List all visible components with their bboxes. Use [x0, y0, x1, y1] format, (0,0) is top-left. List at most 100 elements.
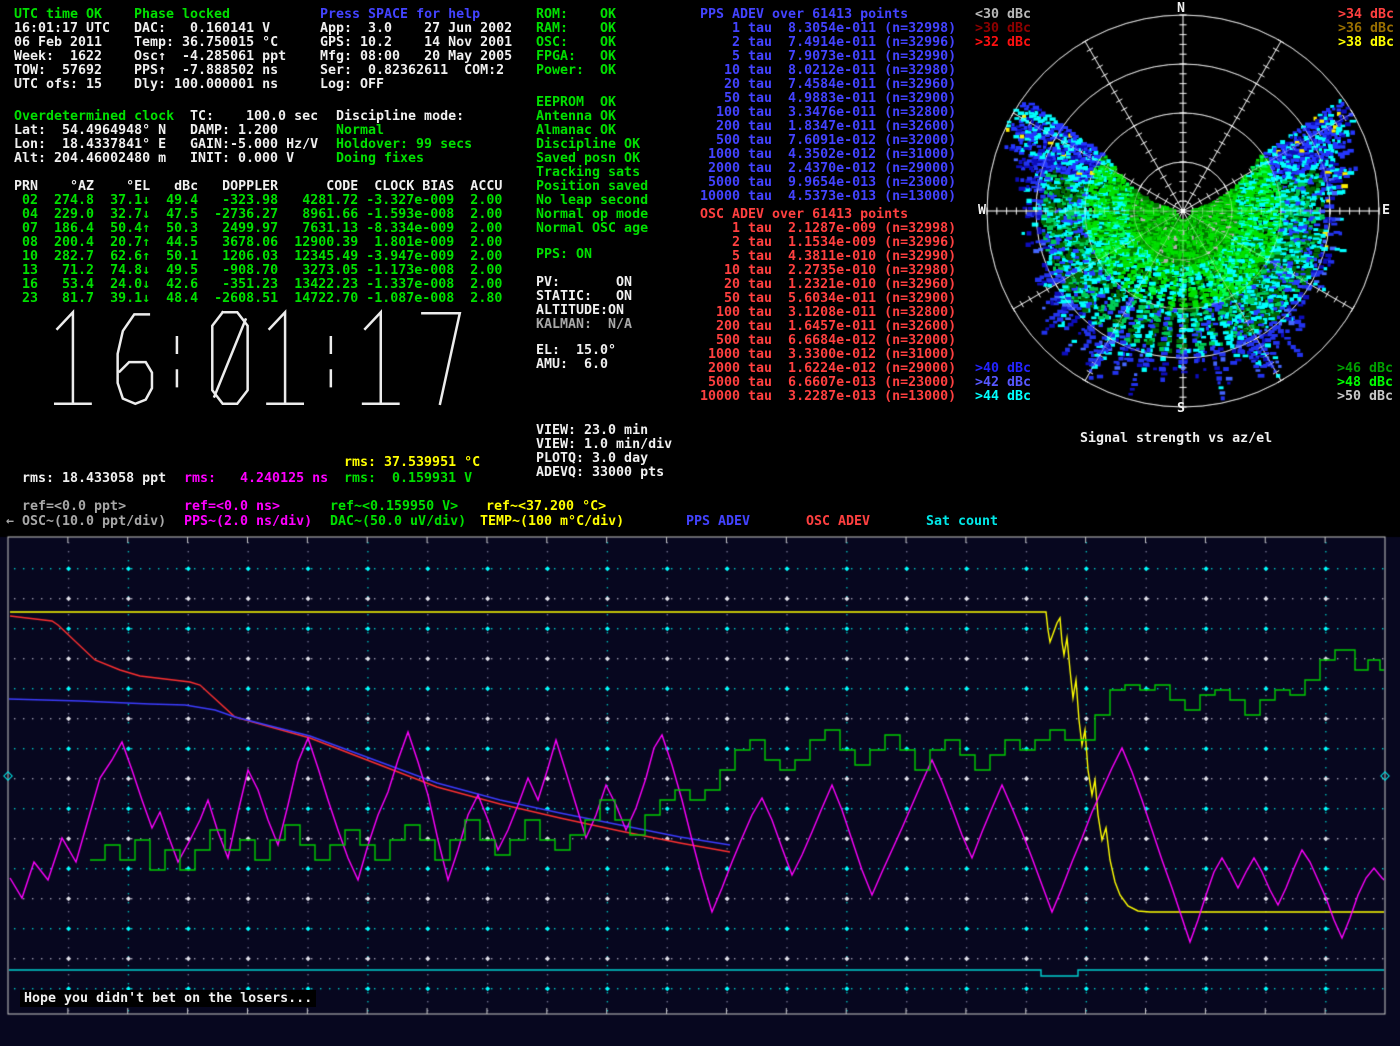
adev-table-row: 5000 tau 9.9654e-013 (n=23000) — [700, 176, 956, 190]
strip-chart — [0, 530, 1400, 1046]
prn-table-header: PRN °AZ °EL dBc DOPPLER CODE CLOCK BIAS … — [14, 180, 502, 194]
prn-table-row: 02 274.8 37.1↓ 49.4 -323.98 4281.72 -3.3… — [14, 194, 502, 208]
selftest-status: ROM: OK — [536, 8, 616, 22]
selftest-status: FPGA: OK — [536, 50, 616, 64]
adev-table-row: 10 tau 8.0212e-011 (n=32980) — [700, 64, 956, 78]
filter-status: ALTITUDE:ON — [536, 304, 624, 318]
utc-status: UTC ofs: 15 — [14, 78, 102, 92]
version-info: GPS: 10.2 14 Nov 2001 — [320, 36, 512, 50]
version-info: Mfg: 08:00 20 May 2005 — [320, 50, 512, 64]
adev-table-row: 100 tau 3.3476e-011 (n=32800) — [700, 106, 956, 120]
adev-table-row: 100 tau 3.1208e-011 (n=32800) — [700, 306, 956, 320]
adev-table-title: OSC ADEV over 61413 points — [700, 208, 908, 222]
utc-status: 16:01:17 UTC — [14, 22, 110, 36]
oscillator-status: DAC: 0.160141 V — [134, 22, 270, 36]
rms-dac: rms: 0.159931 V — [344, 472, 472, 486]
position-block: Alt: 204.46002480 m — [14, 152, 166, 166]
ref-temp: ref~<37.200 °C> — [486, 500, 606, 514]
mask-settings: AMU: 6.0 — [536, 358, 608, 372]
adev-table-row: 10000 tau 3.2287e-013 (n=13000) — [700, 390, 956, 404]
version-info: Press SPACE for help — [320, 8, 480, 22]
plot-label-osc-adev: OSC ADEV — [806, 515, 870, 529]
oscillator-status: Dly: 100.000001 ns — [134, 78, 278, 92]
version-info: App: 3.0 27 Jun 2002 — [320, 22, 512, 36]
satellite-azel-map — [960, 0, 1400, 460]
selftest-status: RAM: OK — [536, 22, 616, 36]
rms-temp: rms: 37.539951 °C — [344, 456, 480, 470]
discipline-mode: Doing fixes — [336, 152, 424, 166]
filter-status: PV: ON — [536, 276, 632, 290]
prn-table-row: 23 81.7 39.1↓ 48.4 -2608.51 14722.70 -1.… — [14, 292, 502, 306]
utc-status: UTC time OK — [14, 8, 102, 22]
mask-settings: EL: 15.0° — [536, 344, 616, 358]
position-block: Overdetermined clock — [14, 110, 174, 124]
view-settings: VIEW: 1.0 min/div — [536, 438, 672, 452]
utc-status: Week: 1622 — [14, 50, 102, 64]
receiver-status: No leap second — [536, 194, 648, 208]
oscillator-status: Phase locked — [134, 8, 230, 22]
prn-table-row: 10 282.7 62.6↑ 50.1 1206.03 12345.49 -3.… — [14, 250, 502, 264]
adev-table-title: PPS ADEV over 61413 points — [700, 8, 908, 22]
view-settings: ADEVQ: 33000 pts — [536, 466, 664, 480]
adev-table-row: 10 tau 2.2735e-010 (n=32980) — [700, 264, 956, 278]
version-info: Log: OFF — [320, 78, 384, 92]
prn-table-row: 08 200.4 20.7↑ 44.5 3678.06 12900.39 1.8… — [14, 236, 502, 250]
prn-table-row: 04 229.0 32.7↓ 47.5 -2736.27 8961.66 -1.… — [14, 208, 502, 222]
lady-heather-console: Hope you didn't bet on the losers... UTC… — [0, 0, 1400, 1046]
clock-digit — [422, 313, 459, 403]
receiver-status: Position saved — [536, 180, 648, 194]
adev-table-row: 1000 tau 4.3502e-012 (n=31000) — [700, 148, 956, 162]
adev-table-row: 1 tau 8.3054e-011 (n=32998) — [700, 22, 956, 36]
adev-table-row: 200 tau 1.8347e-011 (n=32600) — [700, 120, 956, 134]
discipline-mode: Discipline mode: — [336, 110, 464, 124]
adev-table-row: 200 tau 1.6457e-011 (n=32600) — [700, 320, 956, 334]
rms-osc: rms: 18.433058 ppt — [22, 472, 166, 486]
prn-table-row: 16 53.4 24.0↓ 42.6 -351.23 13422.23 -1.3… — [14, 278, 502, 292]
adev-table-row: 20 tau 7.4584e-011 (n=32960) — [700, 78, 956, 92]
adev-table-row: 500 tau 7.6091e-012 (n=32000) — [700, 134, 956, 148]
adev-table-row: 500 tau 6.6684e-012 (n=32000) — [700, 334, 956, 348]
receiver-status: EEPROM OK — [536, 96, 616, 110]
loop-params: DAMP: 1.200 — [190, 124, 278, 138]
receiver-status: Saved posn OK — [536, 152, 640, 166]
adev-table-row: 50 tau 4.9883e-011 (n=32900) — [700, 92, 956, 106]
clock-digit — [267, 312, 302, 404]
digital-clock — [22, 306, 492, 410]
prn-table-row: 13 71.2 74.8↓ 49.5 -908.70 3273.05 -1.17… — [14, 264, 502, 278]
adev-table-row: 1000 tau 3.3300e-012 (n=31000) — [700, 348, 956, 362]
adev-table-row: 5 tau 4.3811e-010 (n=32990) — [700, 250, 956, 264]
ref-osc: ref=<0.0 ppt> — [22, 500, 126, 514]
loop-params: TC: 100.0 sec — [190, 110, 318, 124]
ref-dac: ref~<0.159950 V> — [330, 500, 458, 514]
status-message: Hope you didn't bet on the losers... — [20, 990, 316, 1007]
adev-table-row: 2 tau 1.1534e-009 (n=32996) — [700, 236, 956, 250]
utc-status: 06 Feb 2011 — [14, 36, 102, 50]
plot-label-pps-adev: PPS ADEV — [686, 515, 750, 529]
oscillator-status: Osc↑ -4.285061 ppt — [134, 50, 286, 64]
adev-table-row: 50 tau 5.6034e-011 (n=32900) — [700, 292, 956, 306]
receiver-status: Almanac OK — [536, 124, 616, 138]
pps-status: PPS: ON — [536, 248, 592, 262]
adev-table-row: 2 tau 7.4914e-011 (n=32996) — [700, 36, 956, 50]
prn-table-row: 07 186.4 50.4↑ 50.3 2499.97 7631.13 -8.3… — [14, 222, 502, 236]
receiver-status: Discipline OK — [536, 138, 640, 152]
view-settings: VIEW: 23.0 min — [536, 424, 648, 438]
utc-status: TOW: 57692 — [14, 64, 102, 78]
ref-pps: ref=<0.0 ns> — [184, 500, 280, 514]
adev-table-row: 2000 tau 1.6224e-012 (n=29000) — [700, 362, 956, 376]
scale-osc: OSC~(10.0 ppt/div) — [22, 515, 166, 529]
selftest-status: Power: OK — [536, 64, 616, 78]
scale-pps: PPS~(2.0 ns/div) — [184, 515, 312, 529]
clock-digit — [212, 312, 247, 404]
receiver-status: Normal op mode — [536, 208, 648, 222]
scale-temp: TEMP~(100 m°C/div) — [480, 515, 624, 529]
view-settings: PLOTQ: 3.0 day — [536, 452, 648, 466]
filter-status: STATIC: ON — [536, 290, 632, 304]
adev-table-row: 20 tau 1.2321e-010 (n=32960) — [700, 278, 956, 292]
oscillator-status: PPS↑ -7.888502 ns — [134, 64, 278, 78]
receiver-status: Tracking sats — [536, 166, 640, 180]
discipline-mode: Holdover: 99 secs — [336, 138, 472, 152]
rms-pps: rms: 4.240125 ns — [184, 472, 328, 486]
adev-table-row: 10000 tau 4.5373e-013 (n=13000) — [700, 190, 956, 204]
scroll-left-arrow: ← — [6, 515, 14, 529]
